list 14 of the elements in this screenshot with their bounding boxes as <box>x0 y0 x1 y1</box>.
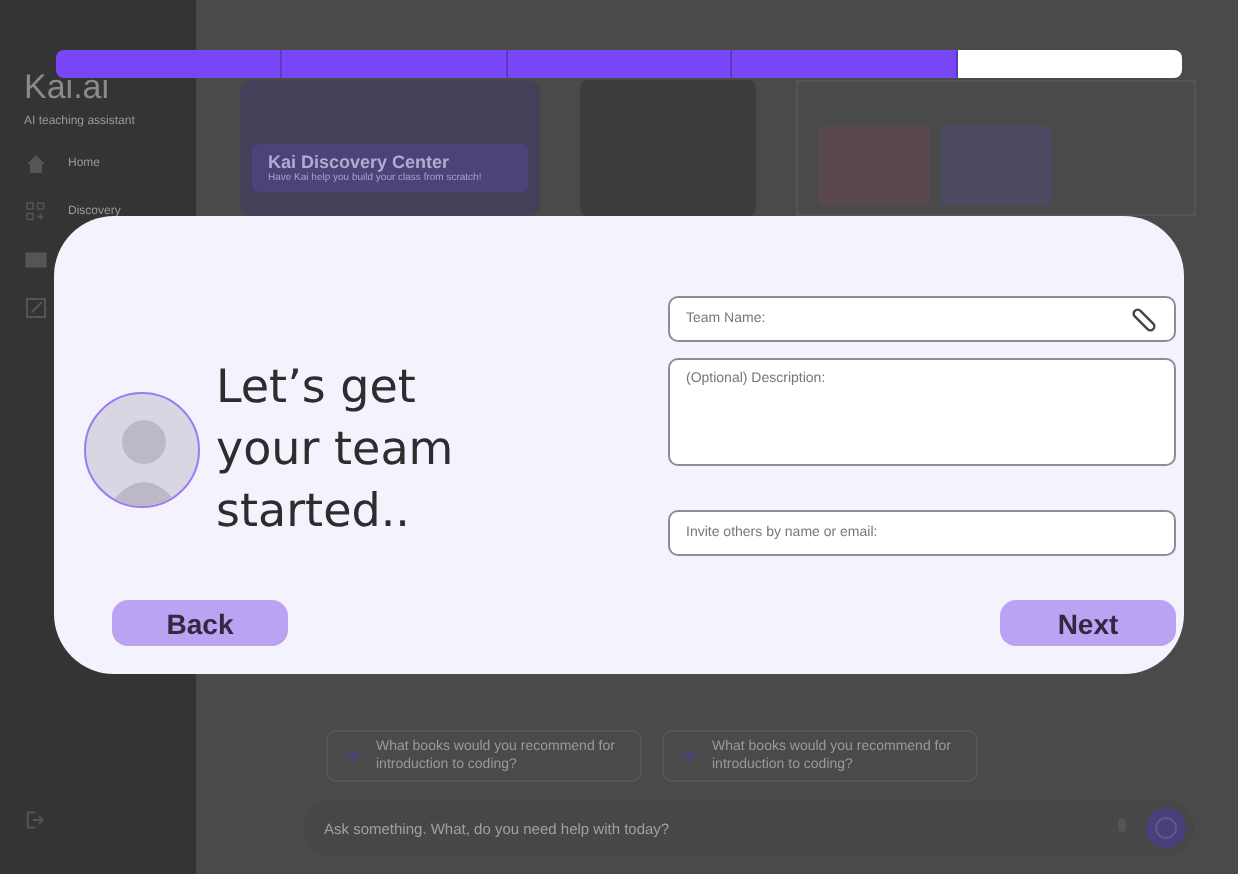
modal-heading: Let’s get your team started.. <box>216 359 456 541</box>
edit-icon <box>24 296 48 320</box>
back-button[interactable]: Back <box>112 600 288 646</box>
sparkle-icon <box>680 746 700 766</box>
paperclip-icon[interactable] <box>1130 305 1158 333</box>
grid-icon <box>24 200 48 224</box>
send-button[interactable] <box>1146 808 1186 848</box>
book-icon <box>24 248 48 272</box>
home-icon <box>24 152 48 176</box>
sparkle-icon <box>344 746 364 766</box>
logout-icon[interactable] <box>24 810 44 830</box>
app-logo: Kai.ai <box>24 68 112 108</box>
card-title: Kai Discovery Center <box>268 152 452 172</box>
next-button[interactable]: Next <box>1000 600 1176 646</box>
